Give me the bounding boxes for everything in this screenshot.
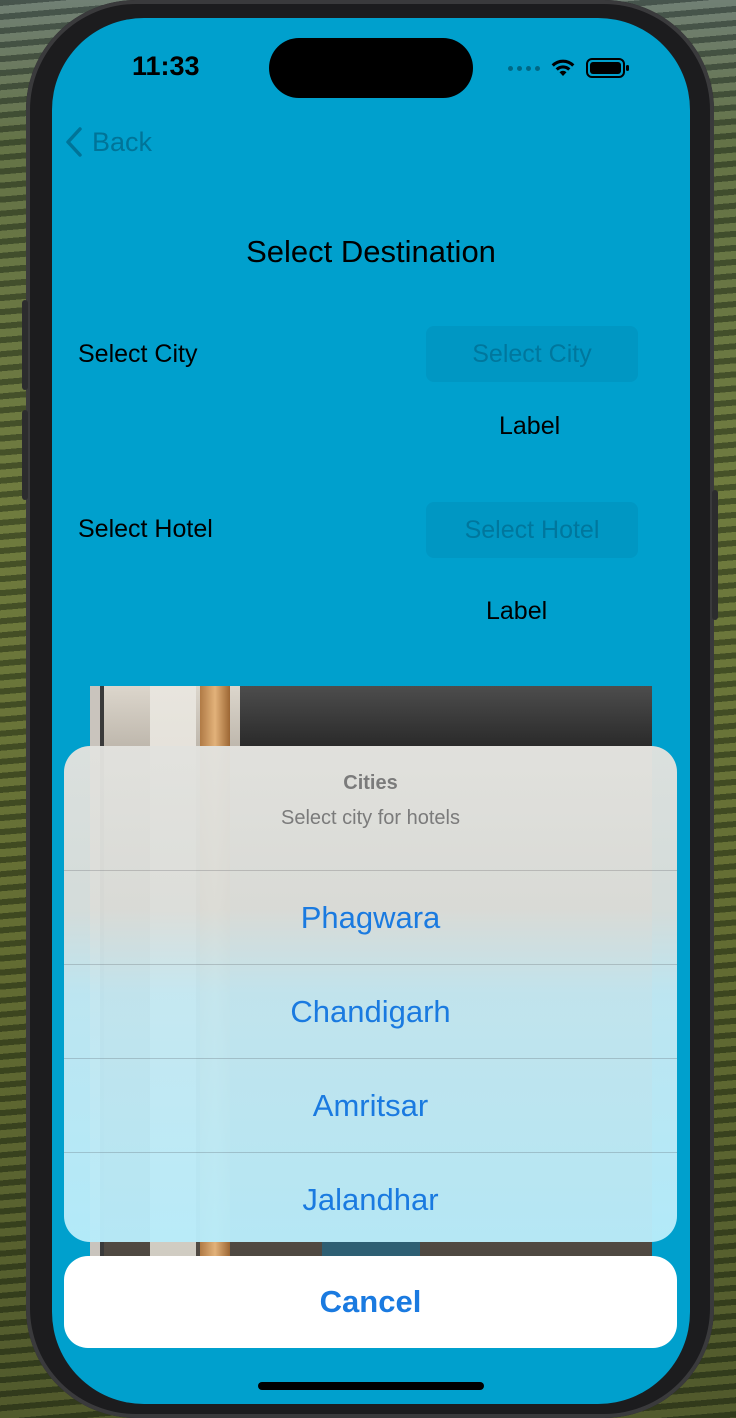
select-city-button[interactable]: Select City <box>426 326 638 382</box>
wifi-icon <box>551 59 575 76</box>
home-indicator[interactable] <box>258 1382 484 1390</box>
page-title: Select Destination <box>246 234 496 269</box>
city-option-chandigarh[interactable]: Chandigarh <box>64 964 677 1058</box>
city-value-label: Label <box>499 412 561 440</box>
back-button[interactable]: Back <box>64 126 152 158</box>
chevron-left-icon <box>66 127 82 157</box>
city-option-amritsar[interactable]: Amritsar <box>64 1058 677 1152</box>
city-row-label: Select City <box>78 340 198 368</box>
volume-down-button <box>22 410 28 500</box>
city-option-phagwara[interactable]: Phagwara <box>64 870 677 964</box>
hotel-row-label: Select Hotel <box>78 515 213 543</box>
battery-icon <box>586 58 629 78</box>
power-button <box>712 490 718 620</box>
app-screen: 11:33 Back Select Destination Select Cit… <box>52 18 690 1404</box>
volume-up-button <box>22 300 28 390</box>
status-time: 11:33 <box>132 51 200 81</box>
dynamic-island <box>269 38 473 98</box>
status-icons <box>508 56 630 80</box>
hotel-value-label: Label <box>486 597 548 625</box>
action-sheet-title: Cities <box>343 772 398 794</box>
action-sheet: Cities Select city for hotels Phagwara C… <box>64 746 677 1242</box>
action-sheet-header: Cities Select city for hotels <box>64 746 677 870</box>
city-option-jalandhar[interactable]: Jalandhar <box>64 1152 677 1242</box>
back-label: Back <box>92 126 153 157</box>
cellular-signal-icon <box>508 65 540 71</box>
action-sheet-message: Select city for hotels <box>281 807 460 829</box>
select-hotel-button[interactable]: Select Hotel <box>426 502 638 558</box>
cancel-button[interactable]: Cancel <box>64 1256 677 1348</box>
